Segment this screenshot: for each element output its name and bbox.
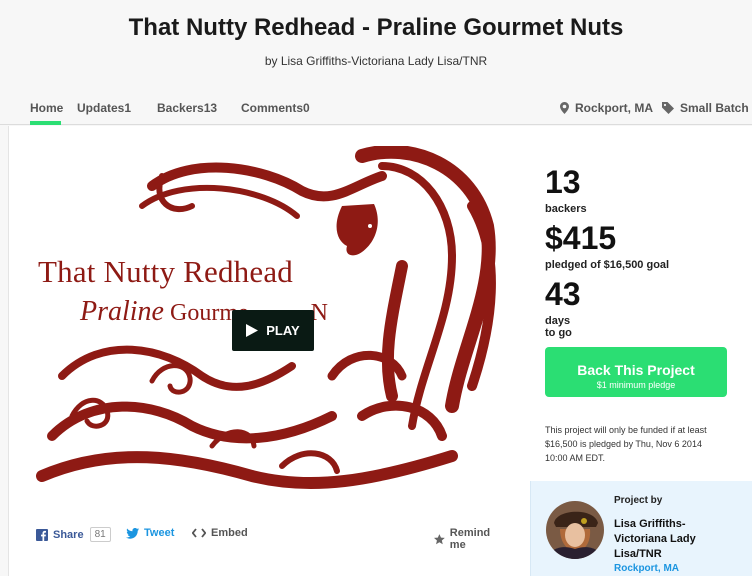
- location-label: Rockport, MA: [575, 101, 653, 115]
- funding-note: This project will only be funded if at l…: [545, 425, 707, 463]
- pledged-stat: $415 pledged of $16,500 goal: [545, 222, 669, 271]
- tweet-label: Tweet: [144, 527, 175, 539]
- project-by-heading: Project by: [614, 495, 663, 506]
- play-label: PLAY: [266, 323, 300, 338]
- location-link[interactable]: Rockport, MA: [560, 101, 653, 115]
- back-this-project-button[interactable]: Back This Project $1 minimum pledge: [545, 347, 727, 397]
- remind-me-button[interactable]: Remind me: [434, 527, 508, 551]
- tab-updates[interactable]: Updates 1: [77, 101, 131, 115]
- tab-comments[interactable]: Comments 0: [241, 101, 310, 115]
- tab-backers-label: Backers: [157, 101, 204, 115]
- creator-avatar[interactable]: [546, 501, 604, 559]
- tab-updates-label: Updates: [77, 101, 125, 115]
- facebook-share-button[interactable]: Share 81: [36, 527, 111, 542]
- category-link[interactable]: Small Batch: [662, 101, 749, 115]
- share-bar: Share 81 Tweet Embed Remind me: [36, 527, 508, 551]
- creator-name[interactable]: Lisa Griffiths-Victoriana Lady Lisa/TNR: [614, 517, 734, 562]
- twitter-icon: [126, 527, 139, 539]
- artwork-subtitle-italic: Praline: [80, 296, 164, 327]
- tab-home-label: Home: [30, 101, 64, 115]
- pledged-value: $415: [545, 220, 617, 256]
- creator-panel: Project by Lisa Griffiths-Victoriana Lad…: [530, 481, 752, 576]
- days-label: days to go: [545, 315, 572, 339]
- backers-stat: 13 backers: [545, 166, 587, 215]
- back-button-sublabel: $1 minimum pledge: [596, 380, 676, 390]
- project-video[interactable]: That Nutty Redhead Praline Gourme N PLAY: [32, 146, 502, 498]
- backers-label: backers: [545, 203, 587, 215]
- days-stat: 43 days to go: [545, 278, 581, 339]
- star-icon: [434, 533, 445, 544]
- tab-backers[interactable]: Backers 13: [157, 101, 217, 115]
- code-icon: [192, 528, 206, 538]
- tab-home[interactable]: Home: [30, 101, 63, 115]
- remind-me-label: Remind me: [449, 527, 491, 551]
- embed-button[interactable]: Embed: [192, 527, 248, 539]
- pledged-label: pledged of $16,500 goal: [545, 259, 670, 271]
- back-button-label: Back This Project: [577, 362, 695, 378]
- days-value: 43: [545, 276, 581, 312]
- facebook-share-count: 81: [89, 527, 111, 542]
- play-button[interactable]: PLAY: [232, 310, 314, 351]
- active-tab-indicator: [30, 121, 61, 125]
- facebook-share-label: Share: [53, 528, 84, 541]
- facebook-icon: [36, 528, 48, 541]
- updates-count-badge: 1: [124, 101, 132, 115]
- backers-value: 13: [545, 164, 581, 200]
- creator-location[interactable]: Rockport, MA: [614, 563, 679, 574]
- play-icon: [246, 324, 259, 337]
- backers-count-badge: 13: [203, 101, 218, 115]
- project-byline[interactable]: by Lisa Griffiths-Victoriana Lady Lisa/T…: [0, 54, 752, 68]
- category-label: Small Batch: [680, 101, 749, 115]
- tweet-button[interactable]: Tweet: [126, 527, 174, 539]
- tag-icon: [662, 102, 674, 114]
- project-title: That Nutty Redhead - Praline Gourmet Nut…: [128, 14, 624, 41]
- artwork-title: That Nutty Redhead: [38, 254, 293, 289]
- creator-photo: [546, 501, 604, 559]
- embed-label: Embed: [211, 527, 248, 539]
- comments-count-badge: 0: [303, 101, 310, 115]
- tab-comments-label: Comments: [241, 101, 304, 115]
- map-pin-icon: [560, 102, 569, 114]
